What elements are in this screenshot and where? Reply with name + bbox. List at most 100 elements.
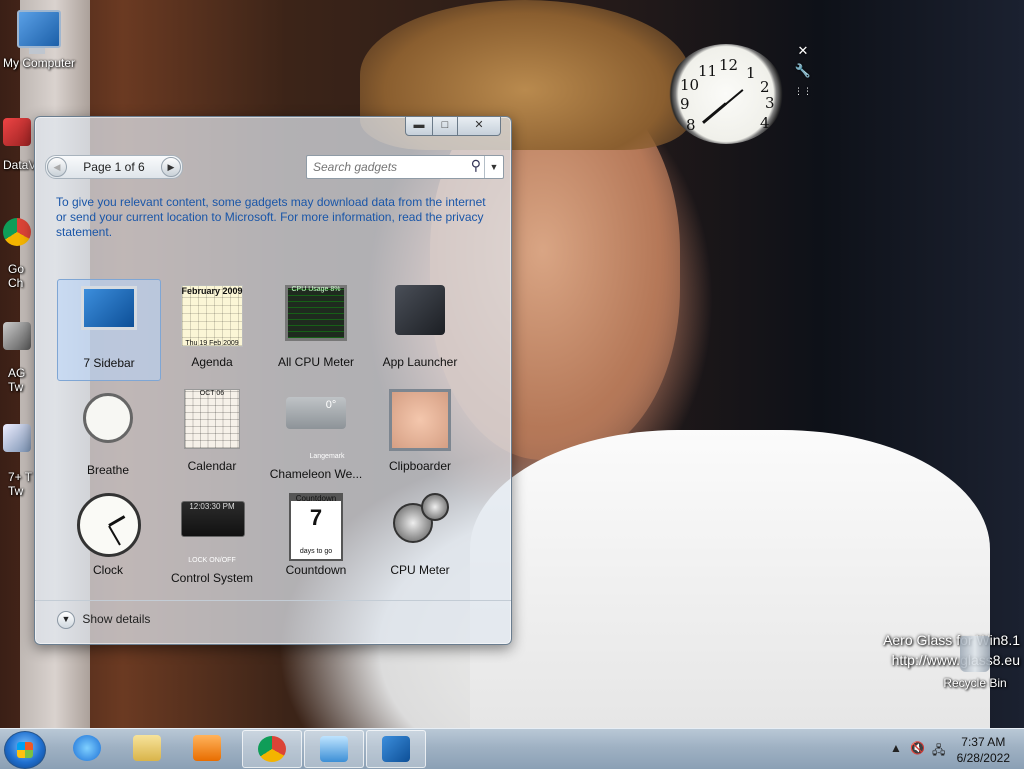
photo-viewer-icon (320, 736, 348, 762)
clock-number: 9 (680, 95, 690, 113)
ag-icon (3, 322, 31, 350)
gadget-name: 7 Sidebar (83, 356, 135, 370)
desktop-clock-gadget[interactable]: 12 1 2 3 4 8 9 10 11 (668, 44, 784, 144)
clock-time: 7:37 AM (961, 735, 1006, 749)
datav-icon (3, 118, 31, 146)
gadget-clipboarder[interactable]: Clipboarder (369, 383, 471, 483)
clock-number: 11 (698, 62, 718, 80)
search-box: ⚲ ▼ (306, 155, 504, 179)
show-hidden-icon[interactable]: ▲ (890, 741, 902, 755)
desktop-icon-7-taskbar-tweaker[interactable]: 7+ T Tw (0, 424, 34, 508)
gadget-name: Agenda (191, 355, 233, 369)
gadget-name: Control System (170, 571, 254, 585)
close-icon[interactable]: ✕ (794, 42, 812, 62)
gadget-controls: ✕ 🔧 ⋮⋮ (794, 42, 812, 102)
countdown-footer: days to go (299, 548, 333, 555)
cpu-usage-label: CPU Usage 8% (291, 286, 341, 293)
internet-explorer-icon (73, 735, 101, 761)
desktop-icon-label: 7+ T Tw (8, 470, 33, 498)
divider (35, 600, 511, 601)
gadgets-icon (382, 736, 410, 762)
weather-city: Langemark (309, 453, 345, 460)
start-button[interactable] (4, 731, 46, 769)
window-controls: ▬ □ ✕ (405, 116, 501, 136)
system-tray: ▲ 🔇 🖧 7:37 AM 6/28/2022 (884, 729, 1024, 769)
agenda-month: February 2009 (181, 286, 243, 296)
gadget-control-system[interactable]: 12:03:30 PM LOCK ON/OFF Control System (161, 487, 263, 587)
taskbar-chrome[interactable] (242, 730, 302, 768)
gadget-name: All CPU Meter (277, 355, 354, 369)
show-details-label: Show details (82, 612, 151, 627)
gadget-name: Chameleon We... (269, 467, 363, 481)
taskbar-clock[interactable]: 7:37 AM 6/28/2022 (957, 734, 1010, 766)
chevron-down-icon[interactable]: ▼ (484, 156, 503, 178)
calendar-gadget-icon: OCT 06 (184, 389, 240, 449)
control-time: 12:03:30 PM (189, 502, 235, 511)
clock-number: 10 (680, 76, 700, 94)
agenda-gadget-icon: February 2009 Thu 19 Feb 2009 (181, 285, 243, 347)
gadget-all-cpu-meter[interactable]: CPU Usage 8% All CPU Meter (265, 279, 367, 379)
gadget-app-launcher[interactable]: App Launcher (369, 279, 471, 379)
taskbar-internet-explorer[interactable] (58, 730, 116, 766)
gadget-cpu-meter[interactable]: CPU Meter (369, 487, 471, 587)
desktop-icon-label: Go Ch (8, 262, 25, 290)
maximize-button[interactable]: □ (433, 116, 458, 136)
drag-handle-icon[interactable]: ⋮⋮ (794, 82, 812, 102)
wallpaper-jacket (470, 430, 990, 728)
desktop-icon-ag-tweaker[interactable]: AG Tw (0, 322, 34, 402)
taskbar-photo-viewer[interactable] (304, 730, 364, 768)
gadget-calendar[interactable]: OCT 06 Calendar (161, 383, 263, 483)
gadget-countdown[interactable]: Countdown 7 days to go Countdown (265, 487, 367, 587)
weather-gadget-icon: 0° Langemark (286, 397, 346, 460)
gadget-name: App Launcher (382, 355, 458, 369)
close-button[interactable]: ✕ (458, 116, 501, 136)
gadget-name: Countdown (285, 563, 347, 577)
gadget-chameleon-weather[interactable]: 0° Langemark Chameleon We... (265, 383, 367, 483)
desktop-icon-recycle-bin[interactable]: Recycle Bin (942, 636, 1008, 690)
computer-icon (17, 10, 61, 54)
network-icon[interactable]: 🖧 (932, 741, 945, 762)
clock-number: 8 (686, 116, 696, 134)
countdown-title: Countdown (295, 494, 337, 503)
clock-number: 12 (719, 56, 739, 74)
taskbar-file-explorer[interactable] (118, 730, 176, 766)
taskbar-media-player[interactable] (178, 730, 236, 766)
desktop-icon-my-computer[interactable]: My Computer (0, 10, 78, 70)
app-launcher-gadget-icon (395, 285, 445, 335)
gallery-toolbar: ◀ Page 1 of 6 ▶ ⚲ ▼ (45, 155, 504, 179)
volume-muted-icon[interactable]: 🔇 (910, 741, 925, 755)
gadget-gallery-window: ▬ □ ✕ ◀ Page 1 of 6 ▶ ⚲ ▼ To give you re… (34, 116, 512, 645)
gadget-name: CPU Meter (390, 563, 450, 577)
calendar-month: OCT 06 (199, 390, 225, 397)
countdown-gadget-icon: Countdown 7 days to go (289, 493, 343, 561)
show-details-toggle[interactable]: ▼ Show details (57, 611, 150, 629)
agenda-footer: Thu 19 Feb 2009 (185, 340, 239, 347)
clock-number: 1 (746, 64, 756, 82)
gadget-name: Calendar (187, 459, 237, 473)
desktop-icon-datav[interactable]: DataV (0, 118, 34, 178)
control-label: LOCK ON/OFF (188, 557, 236, 564)
clock-number: 4 (760, 114, 770, 132)
desktop-icon-google-chrome[interactable]: Go Ch (0, 218, 34, 298)
cpu-gauge-gadget-icon (391, 493, 449, 543)
chrome-icon (258, 736, 286, 762)
next-page-button[interactable]: ▶ (161, 157, 181, 177)
search-icon[interactable]: ⚲ (471, 157, 481, 174)
recycle-bin-icon (960, 636, 990, 672)
weather-temp: 0° (325, 399, 337, 411)
cpu-meter-gadget-icon: CPU Usage 8% (285, 285, 347, 341)
gadget-agenda[interactable]: February 2009 Thu 19 Feb 2009 Agenda (161, 279, 263, 379)
media-player-icon (193, 735, 221, 761)
taskbar-gadgets[interactable] (366, 730, 426, 768)
wrench-icon[interactable]: 🔧 (794, 62, 812, 82)
clock-hour-hand (108, 515, 126, 527)
gadget-clock[interactable]: Clock (57, 487, 159, 587)
gadget-breathe[interactable]: Breathe (57, 383, 159, 483)
privacy-notice[interactable]: To give you relevant content, some gadge… (56, 195, 486, 240)
folder-icon (133, 735, 161, 761)
countdown-number: 7 (309, 505, 323, 530)
search-input[interactable] (311, 158, 465, 176)
minimize-button[interactable]: ▬ (405, 116, 433, 136)
gadget-7-sidebar[interactable]: 7 Sidebar (57, 279, 161, 381)
clock-minute-hand (108, 525, 121, 546)
